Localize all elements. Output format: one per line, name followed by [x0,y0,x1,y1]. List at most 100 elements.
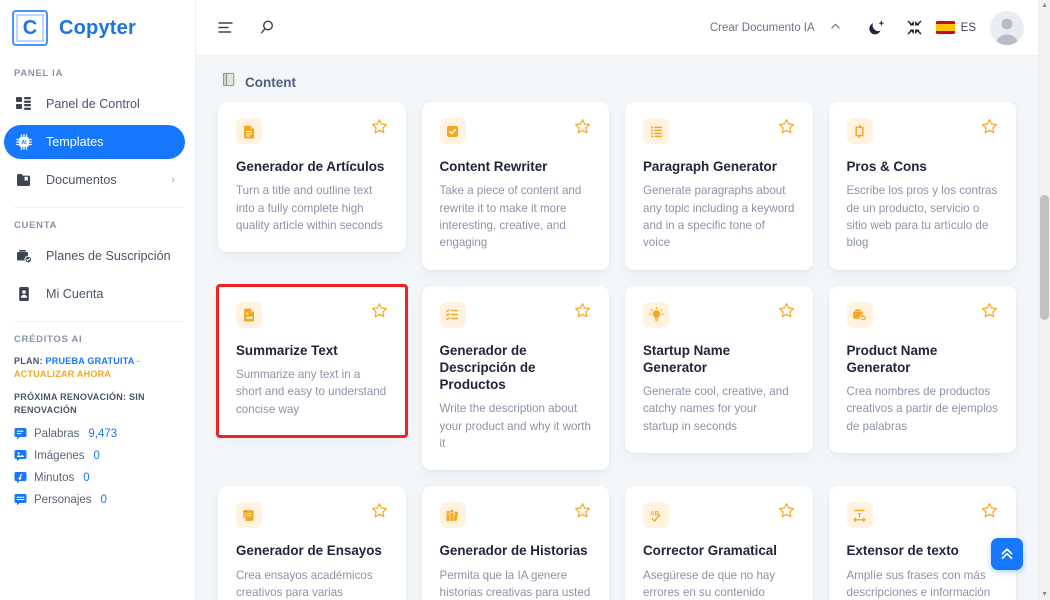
favorite-star-icon[interactable] [371,302,388,319]
card-title: Generador de Historias [439,543,588,559]
svg-text:T: T [857,512,861,519]
favorite-star-icon[interactable] [371,118,388,135]
card-top [439,502,592,529]
card-top [439,301,592,328]
topbar: Crear Documento IA ES [196,0,1038,56]
card-description: Crea ensayos académicos creativos para v… [236,568,373,599]
plan-name: PRUEBA GRATUITA [45,356,135,366]
credit-value: 0 [83,471,90,484]
template-card-corrector-gramatical[interactable]: AB Corrector Gramatical Asegúrese de que… [625,486,813,600]
credit-label: Palabras [34,427,80,440]
card-title: Startup Name Generator [643,342,731,375]
credit-value: 9,473 [88,427,118,440]
search-icon[interactable] [250,11,284,45]
compress-icon[interactable] [898,11,932,45]
language-selector[interactable]: ES [935,11,986,45]
favorite-star-icon[interactable] [574,502,591,519]
minutes-icon [14,471,27,484]
summarize-doc-icon [236,301,262,328]
template-card-pros-and-cons[interactable]: Pros & Cons Escribe los pros y los contr… [828,102,1016,270]
favorite-star-icon[interactable] [371,502,388,519]
favorite-star-icon[interactable] [778,302,795,319]
credit-label: Minutos [34,471,75,484]
sidebar-item-label: Documentos [46,173,117,187]
template-row-3: Generador de Ensayos Crea ensayos académ… [218,486,1016,600]
card-title: Extensor de texto [846,543,959,559]
brand-letter: C [22,17,38,39]
sidebar-item-panel-de-control[interactable]: Panel de Control [4,87,185,121]
paragraph-lines-icon [643,118,669,144]
template-row-2: Summarize Text Summarize any text in a s… [216,283,1016,471]
card-description: Summarize any text in a short and easy t… [236,367,387,416]
template-card-content-rewriter[interactable]: Content Rewriter Take a piece of content… [421,102,609,270]
sidebar-item-label: Planes de Suscripción [46,249,171,263]
favorite-star-icon[interactable] [981,302,998,319]
card-top [846,301,999,328]
favorite-star-icon[interactable] [778,118,795,135]
favorite-star-icon[interactable] [778,502,795,519]
card-top: AB [643,502,795,529]
brand-mark-icon: C [12,10,48,46]
card-description: Amplíe sus frases con más descripciones … [846,568,991,599]
card-title: Corrector Gramatical [643,543,777,559]
template-row-1: Generador de Artículos Turn a title and … [218,102,1016,270]
spain-flag-icon [935,21,955,34]
favorite-star-icon[interactable] [981,118,998,135]
card-top [236,301,388,328]
plan-upgrade-link[interactable]: ACTUALIZAR AHORA [14,369,111,379]
template-card-generador-de-ensayos[interactable]: Generador de Ensayos Crea ensayos académ… [218,486,406,600]
favorite-star-icon[interactable] [574,118,591,135]
scroll-down-arrow-icon[interactable]: ▼ [1041,591,1048,598]
template-card-generador-de-historias[interactable]: Generador de Historias Permita que la IA… [421,486,609,600]
chevron-double-up-icon [1001,548,1013,560]
moon-icon[interactable] [860,11,894,45]
credit-value: 0 [100,493,107,506]
card-description: Turn a title and outline text into a ful… [236,184,383,232]
template-card-summarize-text[interactable]: Summarize Text Summarize any text in a s… [216,283,408,439]
sidebar-item-documentos[interactable]: Documentos › [4,163,185,197]
sidebar-section-label-panel-ia: PANEL IA [14,68,64,79]
favorite-star-icon[interactable] [574,302,591,319]
card-top [236,502,388,529]
essay-scroll-icon [236,502,262,529]
scroll-to-top-button[interactable] [991,538,1023,570]
card-description: Asegúrese de que no hay errores en su co… [643,568,776,599]
app-root: C Copyter PANEL IA Panel de Control AI T… [0,0,1050,600]
menu-icon[interactable] [208,11,242,45]
swap-arrows-icon [846,118,873,144]
topbar-left-actions [208,11,284,45]
template-card-extensor-de-texto[interactable]: T Extensor de texto Amplíe sus frases co… [828,486,1016,600]
chevron-up-icon[interactable] [819,20,856,36]
brand-name: Copyter [59,16,136,39]
template-card-paragraph-generator[interactable]: Paragraph Generator Generate paragraphs … [625,102,813,270]
credit-row-imagenes: Imágenes 0 [14,449,181,462]
card-description: Take a piece of content and rewrite it t… [439,184,582,250]
topbar-right-actions: Crear Documento IA ES [710,10,1038,45]
svg-text:AI: AI [22,140,28,146]
card-top [236,118,388,144]
credit-value: 0 [93,449,100,462]
template-card-generador-de-articulos[interactable]: Generador de Artículos Turn a title and … [218,102,406,253]
credits-panel: CRÉDITOS AI PLAN: PRUEBA GRATUITA - ACTU… [0,334,195,506]
card-description: Escribe los pros y los contras de un pro… [846,184,998,250]
spellcheck-icon: AB [643,502,669,529]
sidebar: C Copyter PANEL IA Panel de Control AI T… [0,0,196,600]
sidebar-item-templates[interactable]: AI Templates [4,125,185,159]
favorite-star-icon[interactable] [981,502,998,519]
card-title: Generador de Descripción de Productos [439,342,536,393]
card-top [643,118,795,144]
avatar[interactable] [990,10,1024,45]
brand-logo[interactable]: C Copyter [0,0,195,56]
template-card-generador-de-descripcion-de-productos[interactable]: Generador de Descripción de Productos Wr… [421,285,609,471]
card-description: Generate paragraphs about any topic incl… [643,184,795,250]
page-scrollbar[interactable]: ▲ ▼ [1038,0,1050,600]
template-card-startup-name-generator[interactable]: Startup Name Generator Generate cool, cr… [625,285,813,454]
template-card-product-name-generator[interactable]: Product Name Generator Crea nombres de p… [828,285,1016,454]
page-scrollbar-thumb[interactable] [1040,195,1049,320]
scroll-up-arrow-icon[interactable]: ▲ [1041,2,1048,9]
page-title: Content [245,74,296,90]
credit-row-minutos: Minutos 0 [14,471,181,484]
sidebar-item-planes-de-suscripcion[interactable]: Planes de Suscripción [4,239,185,273]
sidebar-item-mi-cuenta[interactable]: Mi Cuenta [4,277,185,311]
create-document-ai-button[interactable]: Crear Documento IA [710,22,815,34]
